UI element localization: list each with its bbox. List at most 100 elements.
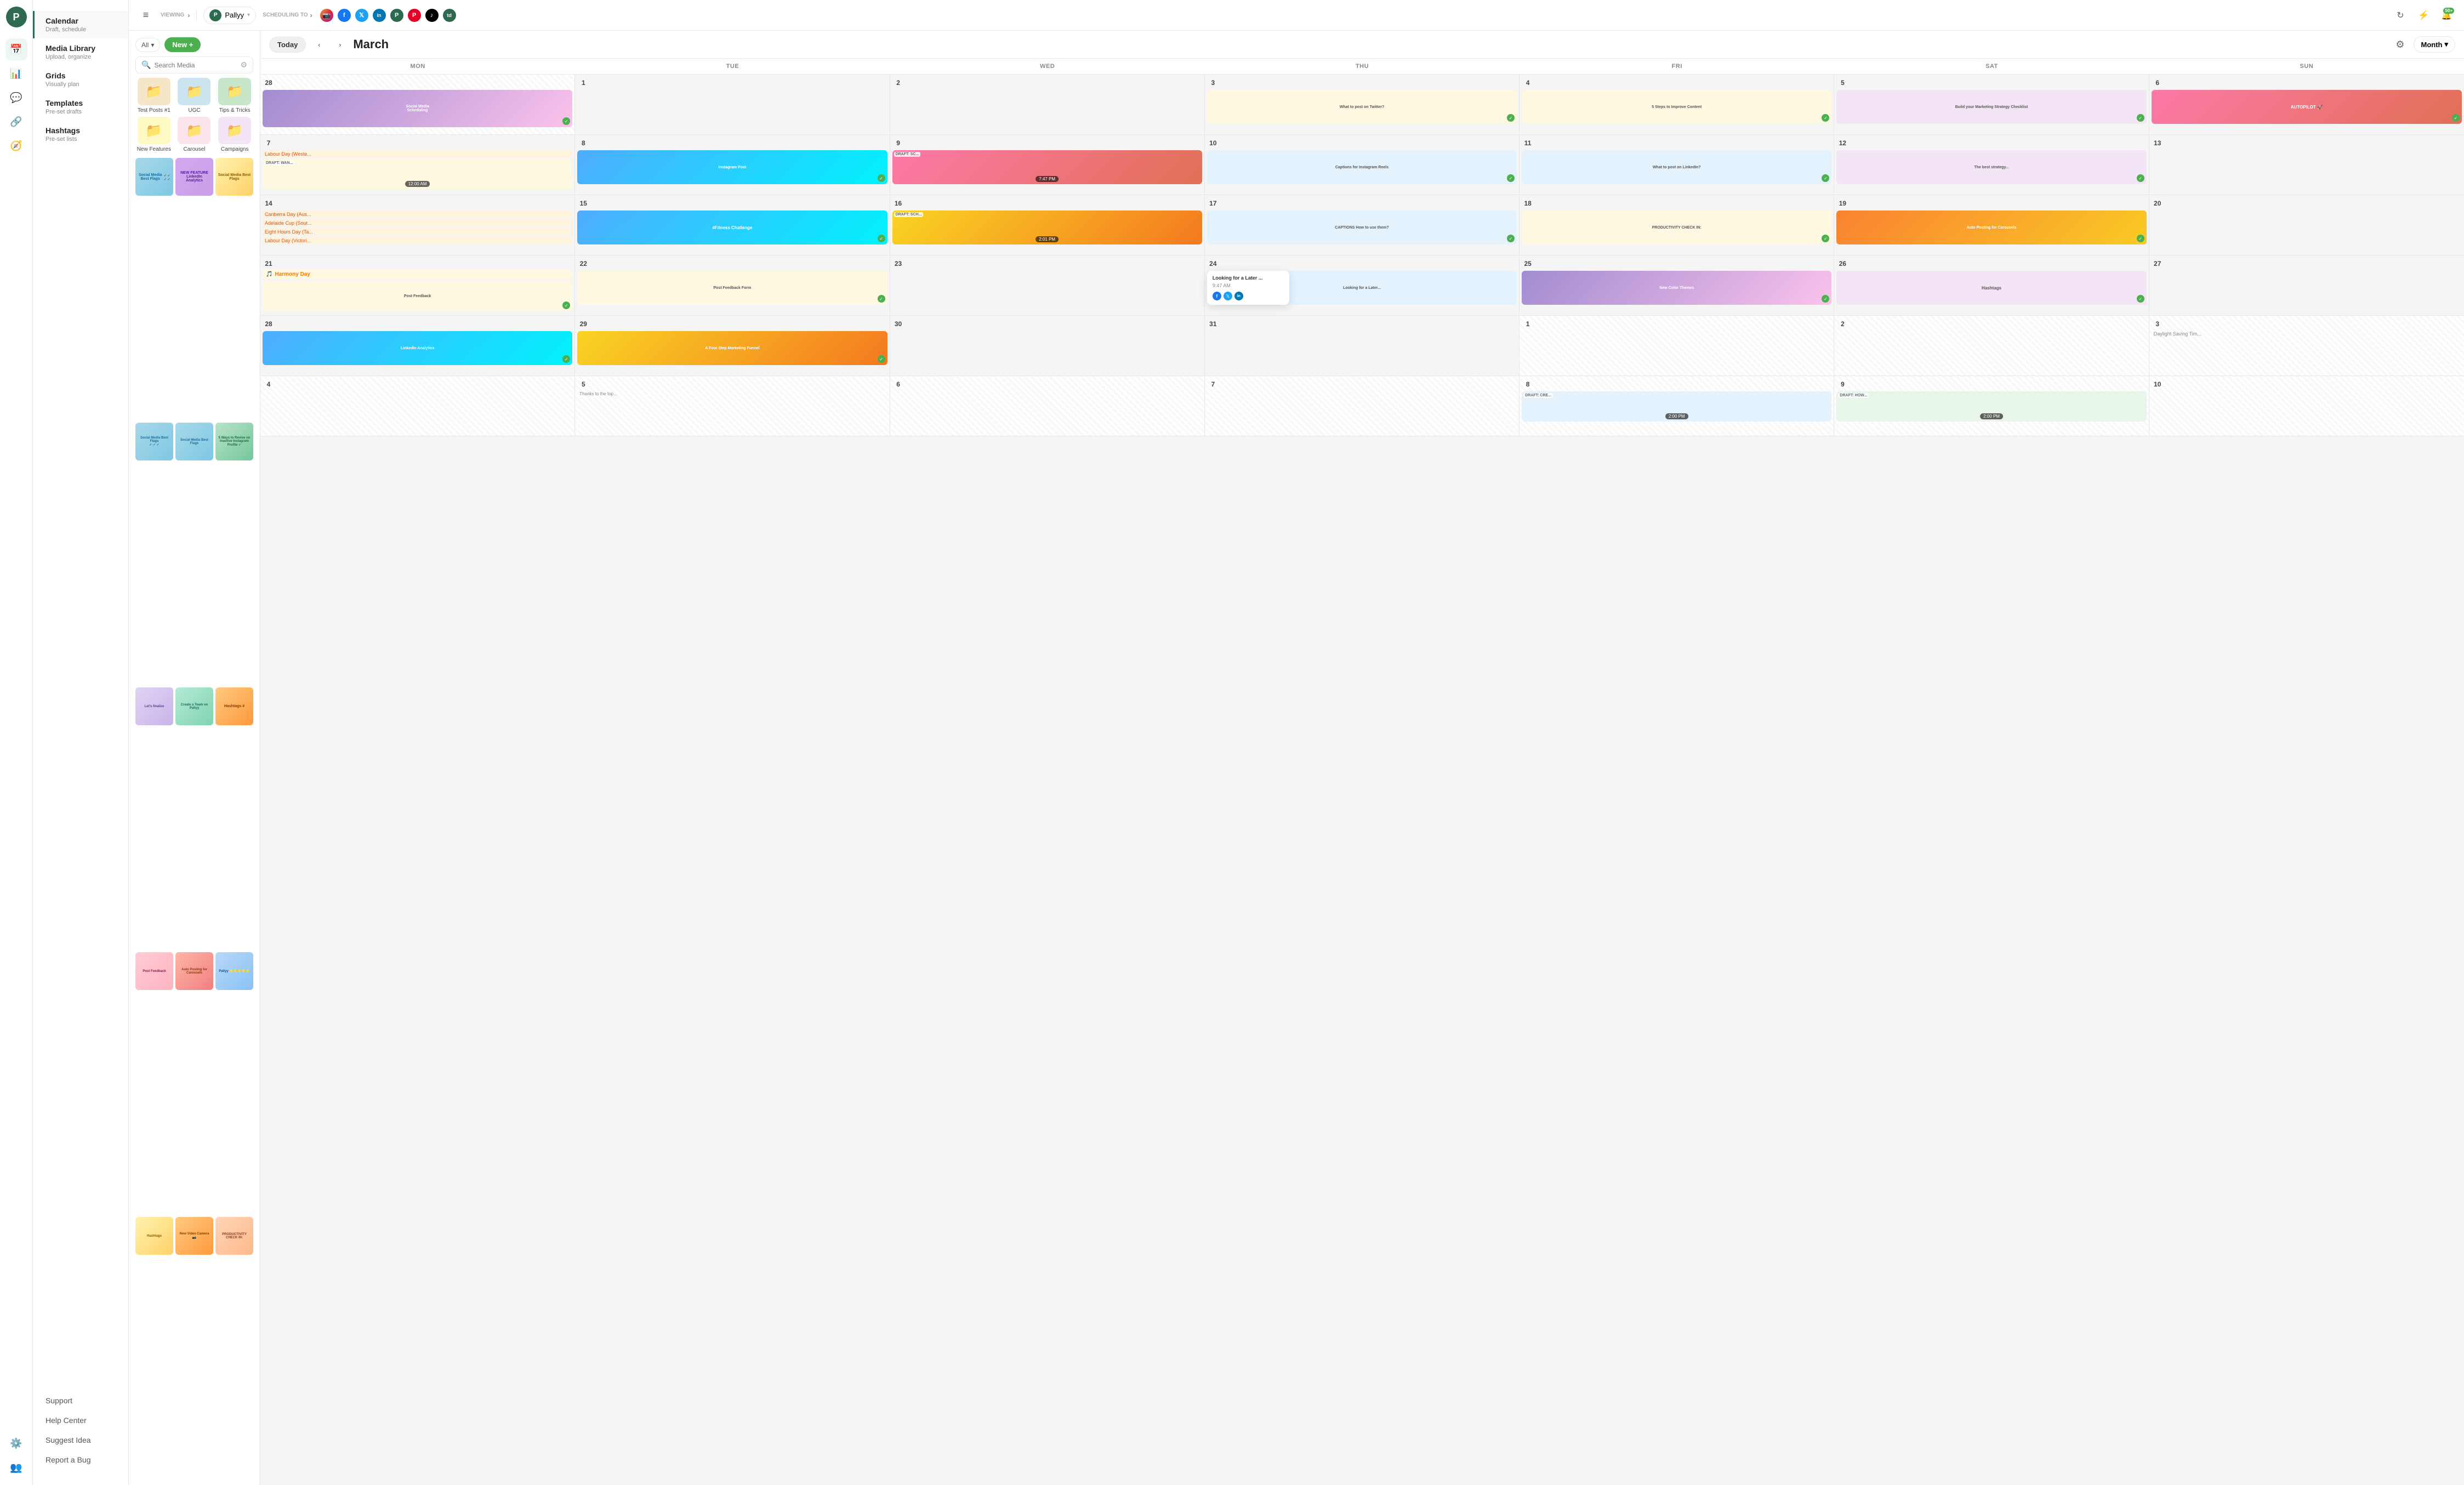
nav-calendar[interactable]: 📅	[5, 38, 27, 60]
lightning-button[interactable]: ⚡	[2415, 7, 2432, 24]
prev-month-button[interactable]: ‹	[311, 37, 327, 52]
sidebar-item-templates[interactable]: Templates Pre-set drafts	[33, 93, 128, 121]
post-card-mar5-1[interactable]: Build your Marketing Strategy Checklist …	[1836, 90, 2146, 124]
media-thumb-7[interactable]: Let's finalize	[135, 687, 173, 725]
cal-cell-mar1[interactable]: 1	[575, 75, 890, 135]
filter-button[interactable]: All ▾	[135, 38, 160, 52]
harmony-day-badge[interactable]: 🎵 Harmony Day	[263, 270, 572, 279]
cal-cell-mar19[interactable]: 19 Auto Posting for Carousels ✓	[1834, 195, 2149, 255]
cal-cell-mar27[interactable]: 27	[2149, 255, 2464, 316]
platform-extra[interactable]: td	[442, 8, 457, 23]
media-thumb-14[interactable]: New Video Camera 📷	[175, 1217, 213, 1255]
calendar-settings-button[interactable]: ⚙	[2392, 36, 2408, 53]
cal-cell-mar2[interactable]: 2	[890, 75, 1205, 135]
media-thumb-12[interactable]: Pallyy ⭐⭐⭐⭐⭐	[215, 952, 253, 990]
post-card-mar18-1[interactable]: PRODUCTIVITY CHECK IN: ✓	[1522, 210, 1831, 244]
sidebar-item-report-bug[interactable]: Report a Bug	[33, 1450, 128, 1470]
folder-ugc[interactable]: 📁 UGC	[176, 78, 213, 113]
cal-cell-mar23[interactable]: 23	[890, 255, 1205, 316]
post-card-mar17-1[interactable]: CAPTIONS How to use them? ✓	[1207, 210, 1517, 244]
post-card-mar12-1[interactable]: The best strategy... ✓	[1836, 150, 2146, 184]
event-adelaide-cup[interactable]: Adelaide Cup (Sout...	[263, 219, 572, 227]
post-card-mar25-1[interactable]: New Color Themes ✓	[1522, 271, 1831, 305]
cal-cell-mar31[interactable]: 31	[1205, 316, 1520, 376]
settings-icon[interactable]: ⚙	[240, 60, 247, 70]
cal-cell-mar30[interactable]: 30	[890, 316, 1205, 376]
cal-cell-apr5[interactable]: 5 Thanks to the top...	[575, 376, 890, 436]
post-card-mar28-1[interactable]: LinkedIn Analytics ✓	[263, 331, 572, 365]
cal-cell-mar14[interactable]: 14 Canberra Day (Aus... Adelaide Cup (So…	[260, 195, 575, 255]
sidebar-item-media-library[interactable]: Media Library Upload, organize	[33, 38, 128, 66]
media-thumb-2[interactable]: NEW FEATURELinkedIn Analytics	[175, 158, 213, 196]
cal-cell-apr9[interactable]: 9 DRAFT: HOW... 2:00 PM	[1834, 376, 2149, 436]
cal-cell-mar4[interactable]: 4 5 Steps to Improve Content ✓	[1520, 75, 1834, 135]
cal-cell-mar5[interactable]: 5 Build your Marketing Strategy Checklis…	[1834, 75, 2149, 135]
cal-cell-mar3[interactable]: 3 What to post on Twitter? ✓	[1205, 75, 1520, 135]
post-card-mar6-1[interactable]: AUTOPILOT 🚀 ✓	[2152, 90, 2462, 124]
cal-cell-mar9[interactable]: 9 DRAFT: SC... 7:47 PM	[890, 135, 1205, 195]
folder-new-features[interactable]: 📁 New Features	[135, 117, 173, 152]
post-card-mar10-1[interactable]: Captions for Instagram Reels ✓	[1207, 150, 1517, 184]
media-thumb-8[interactable]: Create a Team on Pallyy	[175, 687, 213, 725]
cal-cell-mar8[interactable]: 8 Instagram Post ✓	[575, 135, 890, 195]
cal-cell-apr1[interactable]: 1	[1520, 316, 1834, 376]
media-thumb-11[interactable]: Auto Posting for Carousels	[175, 952, 213, 990]
nav-team[interactable]: 👥	[5, 1456, 27, 1478]
cal-cell-apr4[interactable]: 4	[260, 376, 575, 436]
event-labour-day-west[interactable]: Labour Day (Weste...	[263, 150, 572, 158]
post-card-mar15-1[interactable]: #Fitness Challenge ✓	[577, 210, 887, 244]
nav-links[interactable]: 🔗	[5, 111, 27, 133]
today-button[interactable]: Today	[269, 37, 306, 53]
cal-cell-apr10[interactable]: 10	[2149, 376, 2464, 436]
media-thumb-9[interactable]: Hashtags #	[215, 687, 253, 725]
cal-cell-mar25[interactable]: 25 New Color Themes ✓	[1520, 255, 1834, 316]
sidebar-item-suggest-idea[interactable]: Suggest Idea	[33, 1430, 128, 1450]
sidebar-item-hashtags[interactable]: Hashtags Pre-set lists	[33, 121, 128, 148]
post-card-feb28-1[interactable]: Social MediaScheduling ✓	[263, 90, 572, 127]
sidebar-item-grids[interactable]: Grids Visually plan	[33, 66, 128, 93]
platform-facebook[interactable]: f	[337, 8, 352, 23]
notification-button[interactable]: 🔔 50+	[2438, 7, 2455, 24]
post-card-mar16-draft[interactable]: DRAFT: SCH... 2:01 PM	[892, 210, 1202, 244]
cal-cell-mar12[interactable]: 12 The best strategy... ✓	[1834, 135, 2149, 195]
cal-cell-mar10[interactable]: 10 Captions for Instagram Reels ✓	[1205, 135, 1520, 195]
folder-campaigns[interactable]: 📁 Campaigns	[216, 117, 253, 152]
cal-cell-mar20[interactable]: 20	[2149, 195, 2464, 255]
cal-cell-apr8[interactable]: 8 DRAFT: CRE... 2:00 PM	[1520, 376, 1834, 436]
cal-cell-mar26[interactable]: 26 Hashtags ✓	[1834, 255, 2149, 316]
post-card-apr9-draft[interactable]: DRAFT: HOW... 2:00 PM	[1836, 391, 2146, 422]
post-card-mar29-1[interactable]: A Four Step Marketing Funnel ✓	[577, 331, 887, 365]
cal-cell-mar29[interactable]: 29 A Four Step Marketing Funnel ✓	[575, 316, 890, 376]
next-month-button[interactable]: ›	[332, 37, 348, 52]
cal-cell-apr2[interactable]: 2	[1834, 316, 2149, 376]
post-card-mar8-1[interactable]: Instagram Post ✓	[577, 150, 887, 184]
menu-button[interactable]: ≡	[138, 7, 154, 24]
cal-cell-feb28[interactable]: 28 Social MediaScheduling ✓	[260, 75, 575, 135]
account-selector[interactable]: P Pallyy ▾	[203, 7, 256, 24]
nav-messages[interactable]: 💬	[5, 87, 27, 109]
cal-cell-apr7[interactable]: 7	[1205, 376, 1520, 436]
event-canberra-day[interactable]: Canberra Day (Aus...	[263, 210, 572, 218]
post-card-mar11-1[interactable]: What to post on LinkedIn? ✓	[1522, 150, 1831, 184]
sidebar-item-help-center[interactable]: Help Center	[33, 1410, 128, 1430]
viewing-selector[interactable]: VIEWING ›	[161, 12, 190, 19]
post-card-mar3-1[interactable]: What to post on Twitter? ✓	[1207, 90, 1517, 124]
cal-cell-mar15[interactable]: 15 #Fitness Challenge ✓	[575, 195, 890, 255]
cal-cell-mar11[interactable]: 11 What to post on LinkedIn? ✓	[1520, 135, 1834, 195]
media-thumb-10[interactable]: Post Feedback	[135, 952, 173, 990]
media-thumb-15[interactable]: PRODUCTIVITY CHECK IN:	[215, 1217, 253, 1255]
folder-tips-tricks[interactable]: 📁 Tips & Tricks	[216, 78, 253, 113]
cal-cell-mar17[interactable]: 17 CAPTIONS How to use them? ✓	[1205, 195, 1520, 255]
nav-analytics[interactable]: 📊	[5, 62, 27, 84]
post-card-mar9-draft[interactable]: DRAFT: SC... 7:47 PM	[892, 150, 1202, 184]
folder-carousel[interactable]: 📁 Carousel	[176, 117, 213, 152]
media-thumb-13[interactable]: Hashtags	[135, 1217, 173, 1255]
media-thumb-6[interactable]: 5 Ways to Revive on Inactive Instagram P…	[215, 423, 253, 460]
post-card-mar21-1[interactable]: Post Feedback ✓	[263, 281, 572, 311]
app-logo[interactable]: P	[6, 7, 27, 27]
post-card-mar7-draft[interactable]: DRAFT: WAN... 12:00 AM	[263, 159, 572, 189]
cal-cell-apr3[interactable]: 3 Daylight Saving Tim...	[2149, 316, 2464, 376]
platform-twitter[interactable]: 𝕏	[354, 8, 369, 23]
sidebar-item-support[interactable]: Support	[33, 1391, 128, 1410]
folder-test-posts[interactable]: 📁 Test Posts #1	[135, 78, 173, 113]
